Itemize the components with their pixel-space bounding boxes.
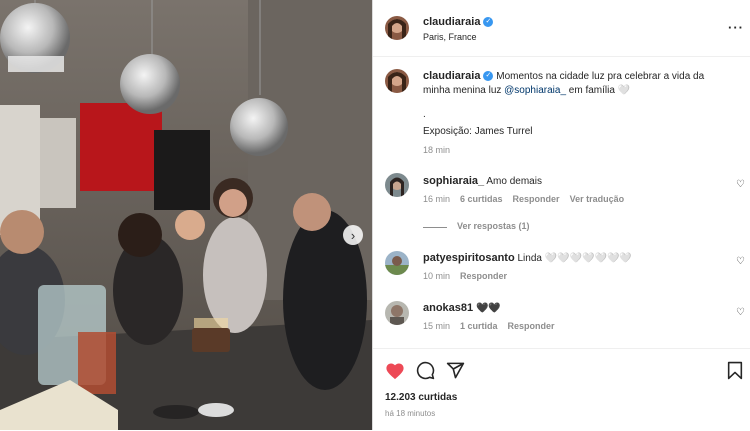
post-header: claudiaraia ✓ Paris, France ··· bbox=[373, 0, 750, 57]
comment-avatar[interactable] bbox=[385, 173, 409, 197]
post-photo[interactable]: › bbox=[0, 0, 372, 430]
comment-username[interactable]: patyespiritosanto bbox=[423, 252, 515, 264]
comment-username[interactable]: sophiaraia_ bbox=[423, 175, 484, 187]
translate-button[interactable]: Ver tradução bbox=[570, 194, 625, 204]
likes-count[interactable]: 12.203 curtidas bbox=[385, 392, 457, 403]
comment-time[interactable]: 16 min bbox=[423, 194, 450, 204]
verified-icon: ✓ bbox=[483, 71, 494, 82]
comment-icon[interactable] bbox=[416, 361, 435, 380]
reply-button[interactable]: Responder bbox=[508, 321, 555, 331]
replies-divider bbox=[423, 227, 447, 228]
author-avatar[interactable] bbox=[385, 16, 409, 40]
reply-button[interactable]: Responder bbox=[460, 271, 507, 281]
caption-text-3: em família 🤍 bbox=[568, 85, 631, 96]
reply-button[interactable]: Responder bbox=[513, 194, 560, 204]
caption-line1: claudiaraia ✓ Momentos na cidade luz pra … bbox=[423, 70, 704, 82]
comment-meta: 15 min 1 curtida Responder bbox=[423, 321, 565, 331]
comment-text: Amo demais bbox=[486, 176, 542, 187]
comment-2: patyespiritosanto Linda 🤍🤍🤍🤍🤍🤍🤍 bbox=[423, 252, 632, 264]
heart-icon[interactable]: ♡ bbox=[736, 256, 745, 267]
caption-line2: minha menina luz @sophiaraia_ em família… bbox=[423, 85, 630, 96]
comment-time[interactable]: 15 min bbox=[423, 321, 450, 331]
comment-meta: 10 min Responder bbox=[423, 271, 517, 281]
comment-likes[interactable]: 1 curtida bbox=[460, 321, 498, 331]
chevron-right-icon[interactable]: › bbox=[343, 225, 363, 245]
caption-avatar[interactable] bbox=[385, 69, 409, 93]
comment-text: Linda 🤍🤍🤍🤍🤍🤍🤍 bbox=[517, 253, 632, 264]
author-username[interactable]: claudiaraia bbox=[423, 16, 480, 28]
comment-meta: 16 min 6 curtidas Responder Ver tradução bbox=[423, 194, 634, 204]
view-replies-button[interactable]: Ver respostas (1) bbox=[457, 221, 530, 231]
comment-time[interactable]: 10 min bbox=[423, 271, 450, 281]
caption-exhibit: Exposição: James Turrel bbox=[423, 126, 533, 137]
heart-icon[interactable]: ♡ bbox=[736, 307, 745, 318]
post-side-panel: claudiaraia ✓ Paris, France ··· claudiara… bbox=[372, 0, 750, 430]
caption-mention-link[interactable]: @sophiaraia_ bbox=[504, 85, 566, 96]
bookmark-icon[interactable] bbox=[727, 361, 743, 380]
caption-text-2: minha menina luz bbox=[423, 85, 502, 96]
caption-text-1: Momentos na cidade luz pra celebrar a vi… bbox=[496, 71, 705, 82]
caption-username[interactable]: claudiaraia bbox=[423, 70, 480, 82]
post-location[interactable]: Paris, France bbox=[423, 32, 477, 42]
post-actions: 12.203 curtidas há 18 minutos bbox=[373, 348, 750, 431]
share-icon[interactable] bbox=[446, 361, 465, 380]
post-timestamp[interactable]: há 18 minutos bbox=[385, 409, 435, 418]
comment-avatar[interactable] bbox=[385, 301, 409, 325]
caption-time: 18 min bbox=[423, 145, 451, 155]
party-photo-image bbox=[0, 0, 372, 430]
comment-username[interactable]: anokas81 bbox=[423, 302, 473, 314]
more-icon[interactable]: ··· bbox=[728, 20, 744, 35]
comment-text: 🖤🖤 bbox=[475, 303, 501, 314]
heart-icon[interactable] bbox=[385, 362, 405, 380]
verified-icon: ✓ bbox=[483, 17, 494, 28]
caption-dot: . bbox=[423, 109, 426, 120]
heart-icon[interactable]: ♡ bbox=[736, 179, 745, 190]
comment-1: sophiaraia_ Amo demais bbox=[423, 175, 542, 187]
comment-3: anokas81 🖤🖤 bbox=[423, 302, 501, 314]
comment-likes[interactable]: 6 curtidas bbox=[460, 194, 503, 204]
comment-avatar[interactable] bbox=[385, 251, 409, 275]
